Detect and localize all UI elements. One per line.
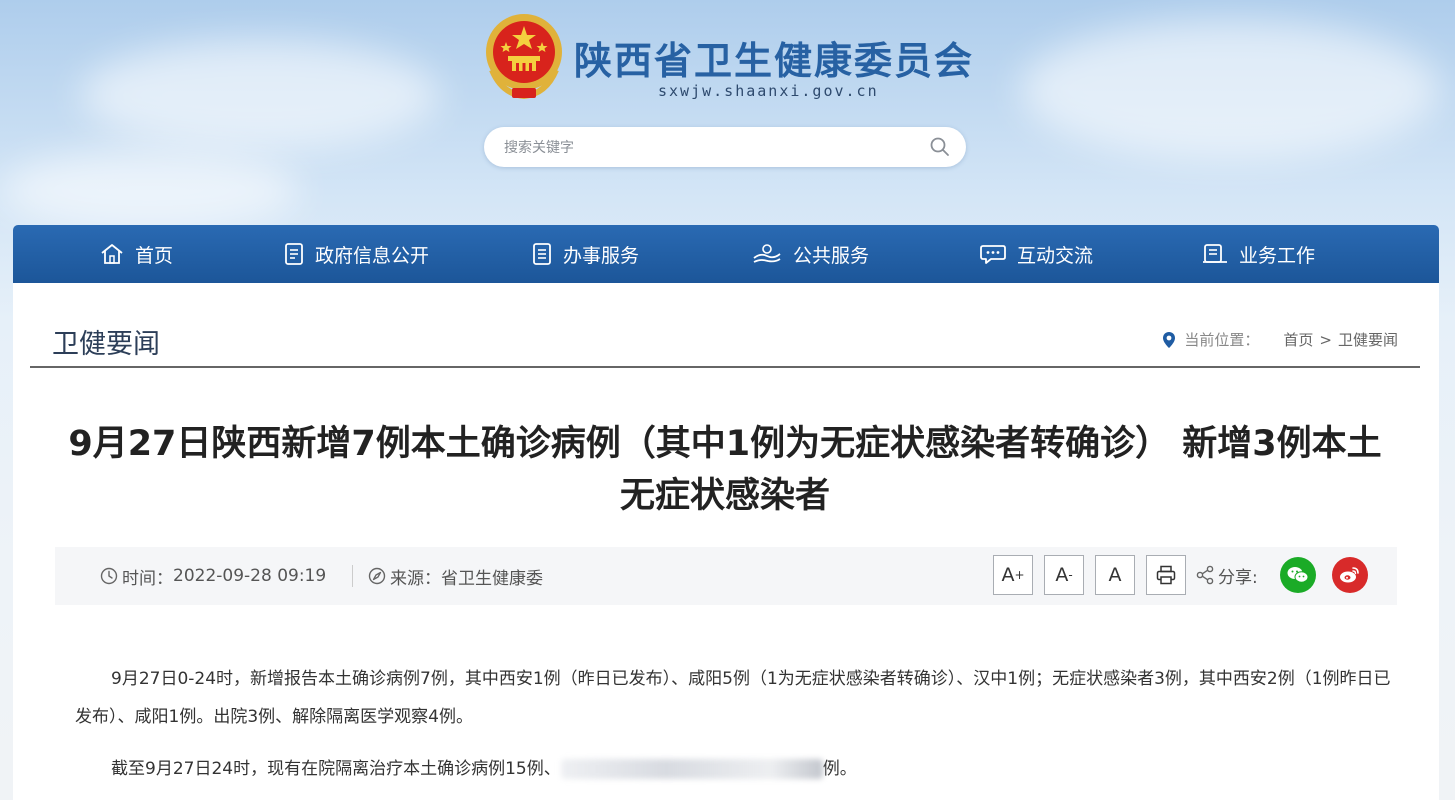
nav-item-public-services[interactable]: 公共服务 [751,225,869,283]
nav-item-interaction[interactable]: 互动交流 [979,225,1093,283]
briefcase-icon [1203,244,1227,263]
breadcrumb: 当前位置： 首页 > 卫健要闻 [1162,329,1398,350]
nav-item-home[interactable]: 首页 [99,225,173,283]
print-button[interactable] [1146,555,1186,595]
site-brand[interactable]: 陕西省卫生健康委员会 sxwjw.shaanxi.gov.cn [482,10,1002,102]
search-bar [484,127,966,167]
paragraph-text: 截至9月27日24时，现有在院隔离治疗本土确诊病例15例、 [111,759,561,779]
background-cloud [0,150,300,230]
nav-item-services[interactable]: 办事服务 [531,225,639,283]
nav-item-label: 业务工作 [1239,244,1316,267]
background-cloud [1020,20,1440,160]
article-paragraph: 截至9月27日24时，现有在院隔离治疗本土确诊病例15例、 例。 [75,750,1400,788]
background-cloud [80,40,440,150]
weibo-share-button[interactable] [1332,557,1368,593]
main-nav: 首页 政府信息公开 办事服务 公共服务 互动交流 业务工作 [13,225,1439,283]
meta-separator [352,565,353,587]
document-icon [285,243,303,265]
weibo-icon [1340,567,1359,583]
article-title: 9月27日陕西新增7例本土确诊病例（其中1例为无症状感染者转确诊） 新增3例本土… [68,424,1382,516]
font-decrease-sup: - [1068,568,1073,582]
location-pin-icon [1163,331,1176,348]
time-value: 2022-09-28 09:19 [173,566,327,586]
share-section: 分享: [1195,562,1258,588]
section-divider [30,366,1420,368]
article-time: 时间： 2022-09-28 09:19 [100,547,326,605]
list-icon [533,243,551,265]
font-decrease-label: A [1055,564,1069,586]
nav-item-label: 办事服务 [563,244,640,267]
wechat-share-button[interactable] [1280,557,1316,593]
font-increase-sup: + [1014,568,1025,582]
hands-icon [753,244,781,263]
share-icon [1196,565,1214,585]
article-source: 来源： 省卫生健康委 [368,547,543,605]
paragraph-tail: 例。 [822,759,857,779]
nav-item-label: 政府信息公开 [315,244,430,267]
font-default-label: A [1108,564,1122,586]
printer-icon [1156,565,1176,585]
nav-item-label: 互动交流 [1017,244,1094,267]
source-value: 省卫生健康委 [441,568,543,589]
national-emblem-icon [486,14,562,100]
font-decrease-button[interactable]: A- [1044,555,1084,595]
search-input[interactable] [502,136,906,160]
home-icon [101,244,123,264]
site-title: 陕西省卫生健康委员会 [574,38,975,83]
article-paragraph: 9月27日0-24时，新增报告本土确诊病例7例，其中西安1例（昨日已发布）、咸阳… [75,669,1391,727]
redacted-text [560,759,823,779]
clock-icon [100,567,118,585]
breadcrumb-prefix: 当前位置： [1184,331,1260,349]
breadcrumb-separator: > [1319,330,1332,349]
font-increase-label: A [1001,564,1015,586]
search-icon[interactable] [928,135,952,159]
nav-item-business[interactable]: 业务工作 [1201,225,1315,283]
site-domain: sxwjw.shaanxi.gov.cn [658,82,879,100]
nav-item-label: 首页 [135,244,174,267]
wechat-icon [1287,567,1309,583]
breadcrumb-current[interactable]: 卫健要闻 [1338,329,1398,350]
nav-item-label: 公共服务 [793,244,870,267]
share-label: 分享: [1218,567,1258,588]
source-label: 来源： [390,568,441,589]
nav-item-gov-info[interactable]: 政府信息公开 [283,225,429,283]
font-increase-button[interactable]: A + [993,555,1033,595]
font-default-button[interactable]: A [1095,555,1135,595]
chat-icon [980,245,1006,264]
section-title: 卫健要闻 [52,329,160,360]
breadcrumb-home[interactable]: 首页 [1283,329,1313,350]
compass-icon [368,567,386,585]
time-label: 时间： [122,568,173,589]
